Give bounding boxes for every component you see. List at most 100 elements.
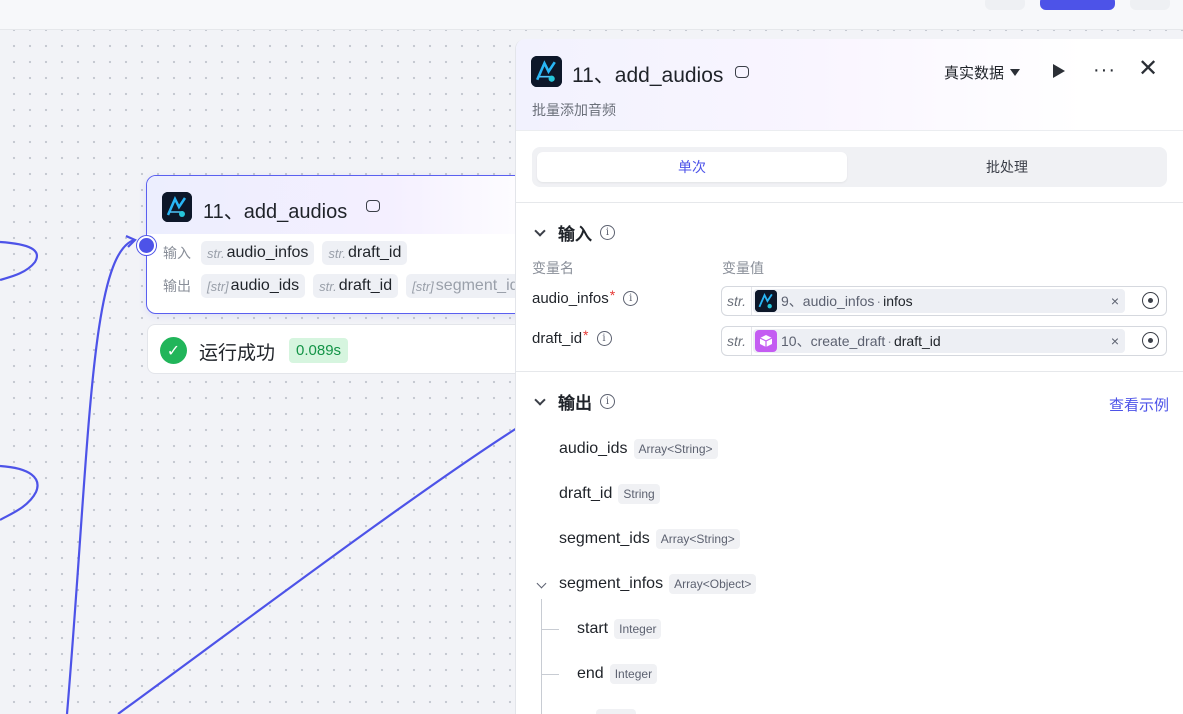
var-type-label: str. xyxy=(722,327,752,355)
output-type-tag: Integer xyxy=(609,664,658,684)
input-var-row: draft_id * i str. 10、create_draft · draft… xyxy=(532,326,1168,356)
column-label-value: 变量值 xyxy=(722,260,764,276)
node-input-row: 输入 str. audio_infos str. draft_id xyxy=(163,241,415,265)
play-icon[interactable] xyxy=(1053,64,1065,78)
check-circle-icon: ✓ xyxy=(160,337,187,364)
var-name: draft_id * i xyxy=(532,326,612,347)
run-status-text: 运行成功 xyxy=(199,343,276,364)
var-reference-tag[interactable]: 10、create_draft · draft_id × xyxy=(753,329,1125,353)
output-field-name: start xyxy=(577,620,609,637)
data-source-label: 真实数据 xyxy=(944,65,1005,82)
tab-batch[interactable]: 批处理 xyxy=(852,152,1162,182)
panel-subtitle[interactable]: 批量添加音频 xyxy=(532,100,616,120)
type-label: str. xyxy=(207,245,225,261)
output-type-tag: Array<String> xyxy=(633,439,718,459)
tree-line xyxy=(541,674,559,675)
edge-outgoing xyxy=(117,427,518,714)
output-field: segment_ids Array<String> xyxy=(559,529,740,549)
output-type-tag: String xyxy=(618,484,660,504)
cube-icon xyxy=(755,330,777,352)
tab-single[interactable]: 单次 xyxy=(537,152,847,182)
plugin-logo-icon xyxy=(755,290,777,312)
more-icon[interactable]: ··· xyxy=(1093,59,1116,82)
output-field: draft_id String xyxy=(559,484,660,504)
chip-name: draft_id xyxy=(338,277,393,294)
tree-line xyxy=(541,629,559,630)
node-input-port[interactable] xyxy=(137,236,156,255)
output-child-field: end Integer xyxy=(577,664,658,684)
variable-picker-icon[interactable] xyxy=(1142,292,1159,309)
var-name-text: audio_infos xyxy=(532,290,609,307)
required-mark: * xyxy=(583,326,589,343)
node-input-label: 输入 xyxy=(163,245,191,261)
plugin-badge-icon xyxy=(735,66,749,78)
output-field: audio_ids Array<String> xyxy=(559,439,718,459)
edge-loop-1 xyxy=(0,240,38,282)
output-field-name: draft_id xyxy=(559,485,613,502)
output-field-name: audio_ids xyxy=(559,440,628,457)
column-label-name: 变量名 xyxy=(532,260,574,276)
caret-down-icon xyxy=(1010,69,1021,76)
var-reference-tag[interactable]: 9、audio_infos · infos × xyxy=(753,289,1125,313)
output-type-tag: Array<String> xyxy=(655,529,740,549)
edge-loop-2 xyxy=(0,464,39,521)
close-icon[interactable]: ✕ xyxy=(1138,57,1158,81)
divider xyxy=(516,371,1183,372)
ref-separator: · xyxy=(876,293,882,309)
var-name-text: draft_id xyxy=(532,330,583,347)
data-source-dropdown[interactable]: 真实数据 xyxy=(944,62,1021,83)
clear-icon[interactable]: × xyxy=(1111,333,1119,349)
chip-name: draft_id xyxy=(348,244,402,261)
panel-title[interactable]: 11、add_audios xyxy=(572,59,723,89)
clear-icon[interactable]: × xyxy=(1111,293,1119,309)
run-mode-tabs: 单次 批处理 xyxy=(532,147,1167,187)
node-output-chip: str. draft_id xyxy=(313,274,399,298)
chip-name: audio_ids xyxy=(230,277,300,294)
output-field: segment_infos Array<Object> xyxy=(559,574,757,594)
node-output-chip: [str] audio_ids xyxy=(201,274,306,298)
chevron-down-icon xyxy=(534,393,546,406)
node-input-chip: str. audio_infos xyxy=(201,241,315,265)
info-icon[interactable]: i xyxy=(623,291,639,306)
input-var-row: audio_infos * i str. 9、audio_infos · info… xyxy=(532,286,1168,316)
output-type-tag: Integer xyxy=(614,619,662,639)
info-icon[interactable]: i xyxy=(600,394,615,409)
run-status-card[interactable]: ✓ 运行成功 0.089s xyxy=(147,324,547,374)
output-field-name: segment_infos xyxy=(559,575,664,592)
workflow-node-add-audios[interactable]: 11、add_audios 输入 str. audio_infos str. dra… xyxy=(146,175,546,314)
info-icon[interactable]: i xyxy=(596,331,612,346)
required-mark: * xyxy=(609,286,616,303)
output-type-tag: Array<Object> xyxy=(669,574,757,594)
node-output-row: 输出 [str] audio_ids str. draft_id [str] segm… xyxy=(163,274,533,298)
type-label: [str] xyxy=(412,278,434,294)
panel-header: 11、add_audios 批量添加音频 真实数据 ··· ✕ xyxy=(516,39,1183,131)
var-name: audio_infos * i xyxy=(532,286,639,307)
plugin-logo-icon xyxy=(162,192,192,222)
chip-name: audio_infos xyxy=(226,244,309,261)
input-section-title: 输入 xyxy=(558,225,592,244)
run-time-badge: 0.089s xyxy=(289,338,349,363)
input-section-header[interactable]: 输入 i xyxy=(532,220,615,245)
variable-picker-icon[interactable] xyxy=(1142,332,1159,349)
ref-node-name: 9、audio_infos xyxy=(781,293,875,309)
tree-line xyxy=(541,599,542,714)
type-label: str. xyxy=(319,278,337,294)
chip-name: segment_id xyxy=(435,277,519,294)
ref-separator: · xyxy=(887,333,892,349)
node-input-chip: str. draft_id xyxy=(322,241,408,265)
type-label: [str] xyxy=(207,278,229,294)
var-value-field[interactable]: str. 9、audio_infos · infos × xyxy=(721,286,1167,316)
node-output-label: 输出 xyxy=(163,278,191,294)
plugin-logo-icon xyxy=(531,56,562,87)
node-title: 11、add_audios xyxy=(203,201,348,223)
see-example-link[interactable]: 查看示例 xyxy=(1109,394,1169,415)
node-output-chip: [str] segment_id xyxy=(406,274,525,298)
output-type-tag xyxy=(596,709,636,714)
info-icon[interactable]: i xyxy=(600,225,615,240)
output-section-title: 输出 xyxy=(558,394,592,413)
var-value-field[interactable]: str. 10、create_draft · draft_id × xyxy=(721,326,1167,356)
chevron-down-icon xyxy=(534,224,546,237)
output-section-header[interactable]: 输出 i xyxy=(532,389,615,414)
ref-field-name: infos xyxy=(883,293,913,309)
chevron-down-icon[interactable] xyxy=(536,578,547,589)
